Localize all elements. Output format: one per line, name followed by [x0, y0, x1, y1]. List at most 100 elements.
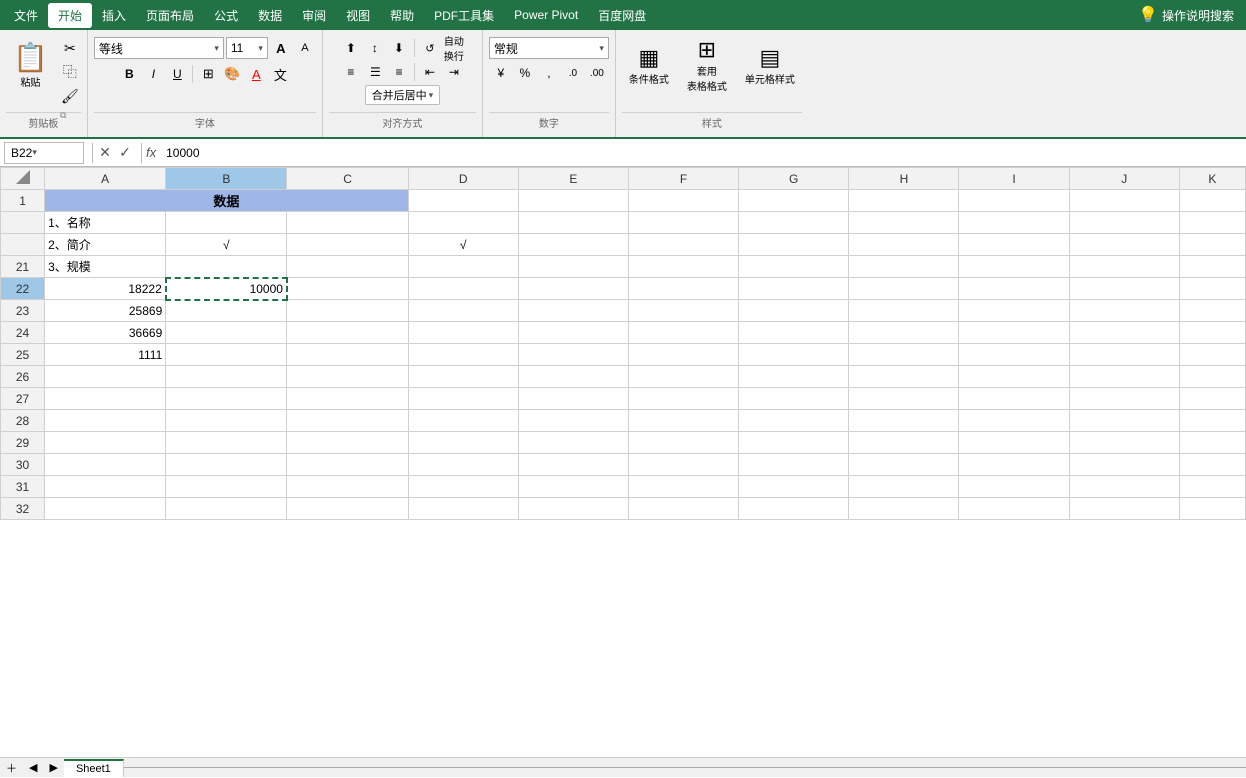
merge-center-button[interactable]: 合并后居中 ▾: [365, 85, 441, 105]
col-header-J[interactable]: J: [1069, 168, 1179, 190]
cell-D22[interactable]: [408, 278, 518, 300]
copy-button[interactable]: ⿻: [59, 61, 81, 83]
cell-I1[interactable]: [959, 190, 1069, 212]
cell-J22[interactable]: [1069, 278, 1179, 300]
cell-K1[interactable]: [1179, 190, 1245, 212]
cell-B3[interactable]: √: [166, 234, 287, 256]
cell-I2[interactable]: [959, 212, 1069, 234]
cell-A21[interactable]: 3、规模: [45, 256, 166, 278]
cell-C22[interactable]: [287, 278, 408, 300]
cell-J2[interactable]: [1069, 212, 1179, 234]
cell-E2[interactable]: [518, 212, 628, 234]
cell-G2[interactable]: [739, 212, 849, 234]
row-header-2[interactable]: [1, 212, 45, 234]
cell-E21[interactable]: [518, 256, 628, 278]
italic-button[interactable]: I: [142, 63, 164, 85]
row-header-21[interactable]: 21: [1, 256, 45, 278]
row-header-26[interactable]: 26: [1, 366, 45, 388]
cell-A26[interactable]: [45, 366, 166, 388]
fill-color-button[interactable]: 🎨: [221, 63, 243, 85]
col-header-E[interactable]: E: [518, 168, 628, 190]
increase-font-button[interactable]: A: [270, 37, 292, 59]
number-format-dropdown[interactable]: 常规 ▾: [489, 37, 609, 59]
cell-K24[interactable]: [1179, 322, 1245, 344]
cell-H21[interactable]: [849, 256, 959, 278]
cell-A3[interactable]: 2、简介: [45, 234, 166, 256]
cell-I23[interactable]: [959, 300, 1069, 322]
cell-I24[interactable]: [959, 322, 1069, 344]
row-header-30[interactable]: 30: [1, 454, 45, 476]
font-name-dropdown[interactable]: 等线 ▾: [94, 37, 224, 59]
cell-J1[interactable]: [1069, 190, 1179, 212]
cell-F22[interactable]: [628, 278, 738, 300]
cell-F23[interactable]: [628, 300, 738, 322]
format-table-button[interactable]: ⊞ 套用 表格格式: [680, 37, 734, 93]
cell-G22[interactable]: [739, 278, 849, 300]
cell-G21[interactable]: [739, 256, 849, 278]
cell-F1[interactable]: [628, 190, 738, 212]
formula-input[interactable]: [162, 146, 1242, 160]
cell-H2[interactable]: [849, 212, 959, 234]
cell-J24[interactable]: [1069, 322, 1179, 344]
font-size-dropdown[interactable]: 11 ▾: [226, 37, 268, 59]
row-header-32[interactable]: 32: [1, 498, 45, 520]
menu-item-pdf[interactable]: PDF工具集: [424, 3, 504, 28]
cell-J25[interactable]: [1069, 344, 1179, 366]
cell-F2[interactable]: [628, 212, 738, 234]
cell-H24[interactable]: [849, 322, 959, 344]
row-header-31[interactable]: 31: [1, 476, 45, 498]
corner-cell[interactable]: [1, 168, 45, 190]
cell-H1[interactable]: [849, 190, 959, 212]
wrap-text-button[interactable]: 自动换行: [443, 37, 465, 59]
cell-K21[interactable]: [1179, 256, 1245, 278]
align-top-button[interactable]: ⬆: [340, 37, 362, 59]
cell-D2[interactable]: [408, 212, 518, 234]
menu-item-powerpivot[interactable]: Power Pivot: [504, 4, 588, 26]
cell-A2[interactable]: 1、名称: [45, 212, 166, 234]
cut-button[interactable]: ✂: [59, 37, 81, 59]
cell-E25[interactable]: [518, 344, 628, 366]
align-center-button[interactable]: ☰: [364, 61, 386, 83]
cell-K23[interactable]: [1179, 300, 1245, 322]
comma-button[interactable]: ,: [538, 62, 560, 84]
row-header-1[interactable]: 1: [1, 190, 45, 212]
col-header-D[interactable]: D: [408, 168, 518, 190]
col-header-B[interactable]: B: [166, 168, 287, 190]
cell-G1[interactable]: [739, 190, 849, 212]
col-header-I[interactable]: I: [959, 168, 1069, 190]
cell-A23[interactable]: 25869: [45, 300, 166, 322]
cell-I3[interactable]: [959, 234, 1069, 256]
cell-B24[interactable]: [166, 322, 287, 344]
add-sheet-button[interactable]: ＋: [0, 758, 23, 778]
menu-item-view[interactable]: 视图: [336, 3, 380, 28]
cell-D25[interactable]: [408, 344, 518, 366]
cell-I22[interactable]: [959, 278, 1069, 300]
cell-C3[interactable]: [287, 234, 408, 256]
cell-K25[interactable]: [1179, 344, 1245, 366]
col-header-K[interactable]: K: [1179, 168, 1245, 190]
special-char-button[interactable]: 文: [269, 63, 291, 85]
cell-K22[interactable]: [1179, 278, 1245, 300]
col-header-C[interactable]: C: [287, 168, 408, 190]
col-header-H[interactable]: H: [849, 168, 959, 190]
row-header-28[interactable]: 28: [1, 410, 45, 432]
cell-I21[interactable]: [959, 256, 1069, 278]
menu-item-review[interactable]: 审阅: [292, 3, 336, 28]
row-header-25[interactable]: 25: [1, 344, 45, 366]
increase-indent-button[interactable]: ⇥: [443, 61, 465, 83]
menu-item-pagelayout[interactable]: 页面布局: [136, 3, 204, 28]
cell-G23[interactable]: [739, 300, 849, 322]
menu-item-formulas[interactable]: 公式: [204, 3, 248, 28]
menu-item-file[interactable]: 文件: [4, 3, 48, 28]
percent-button[interactable]: %: [514, 62, 536, 84]
row-header-22[interactable]: 22: [1, 278, 45, 300]
align-right-button[interactable]: ≡: [388, 61, 410, 83]
conditional-format-button[interactable]: ▦ 条件格式: [622, 37, 676, 93]
decrease-decimal-button[interactable]: .00: [586, 62, 608, 84]
cell-reference-box[interactable]: B22 ▾: [4, 142, 84, 164]
format-painter-button[interactable]: 🖌: [59, 85, 81, 107]
cell-B22[interactable]: 10000: [166, 278, 287, 300]
cell-C2[interactable]: [287, 212, 408, 234]
align-left-button[interactable]: ≡: [340, 61, 362, 83]
menu-item-data[interactable]: 数据: [248, 3, 292, 28]
